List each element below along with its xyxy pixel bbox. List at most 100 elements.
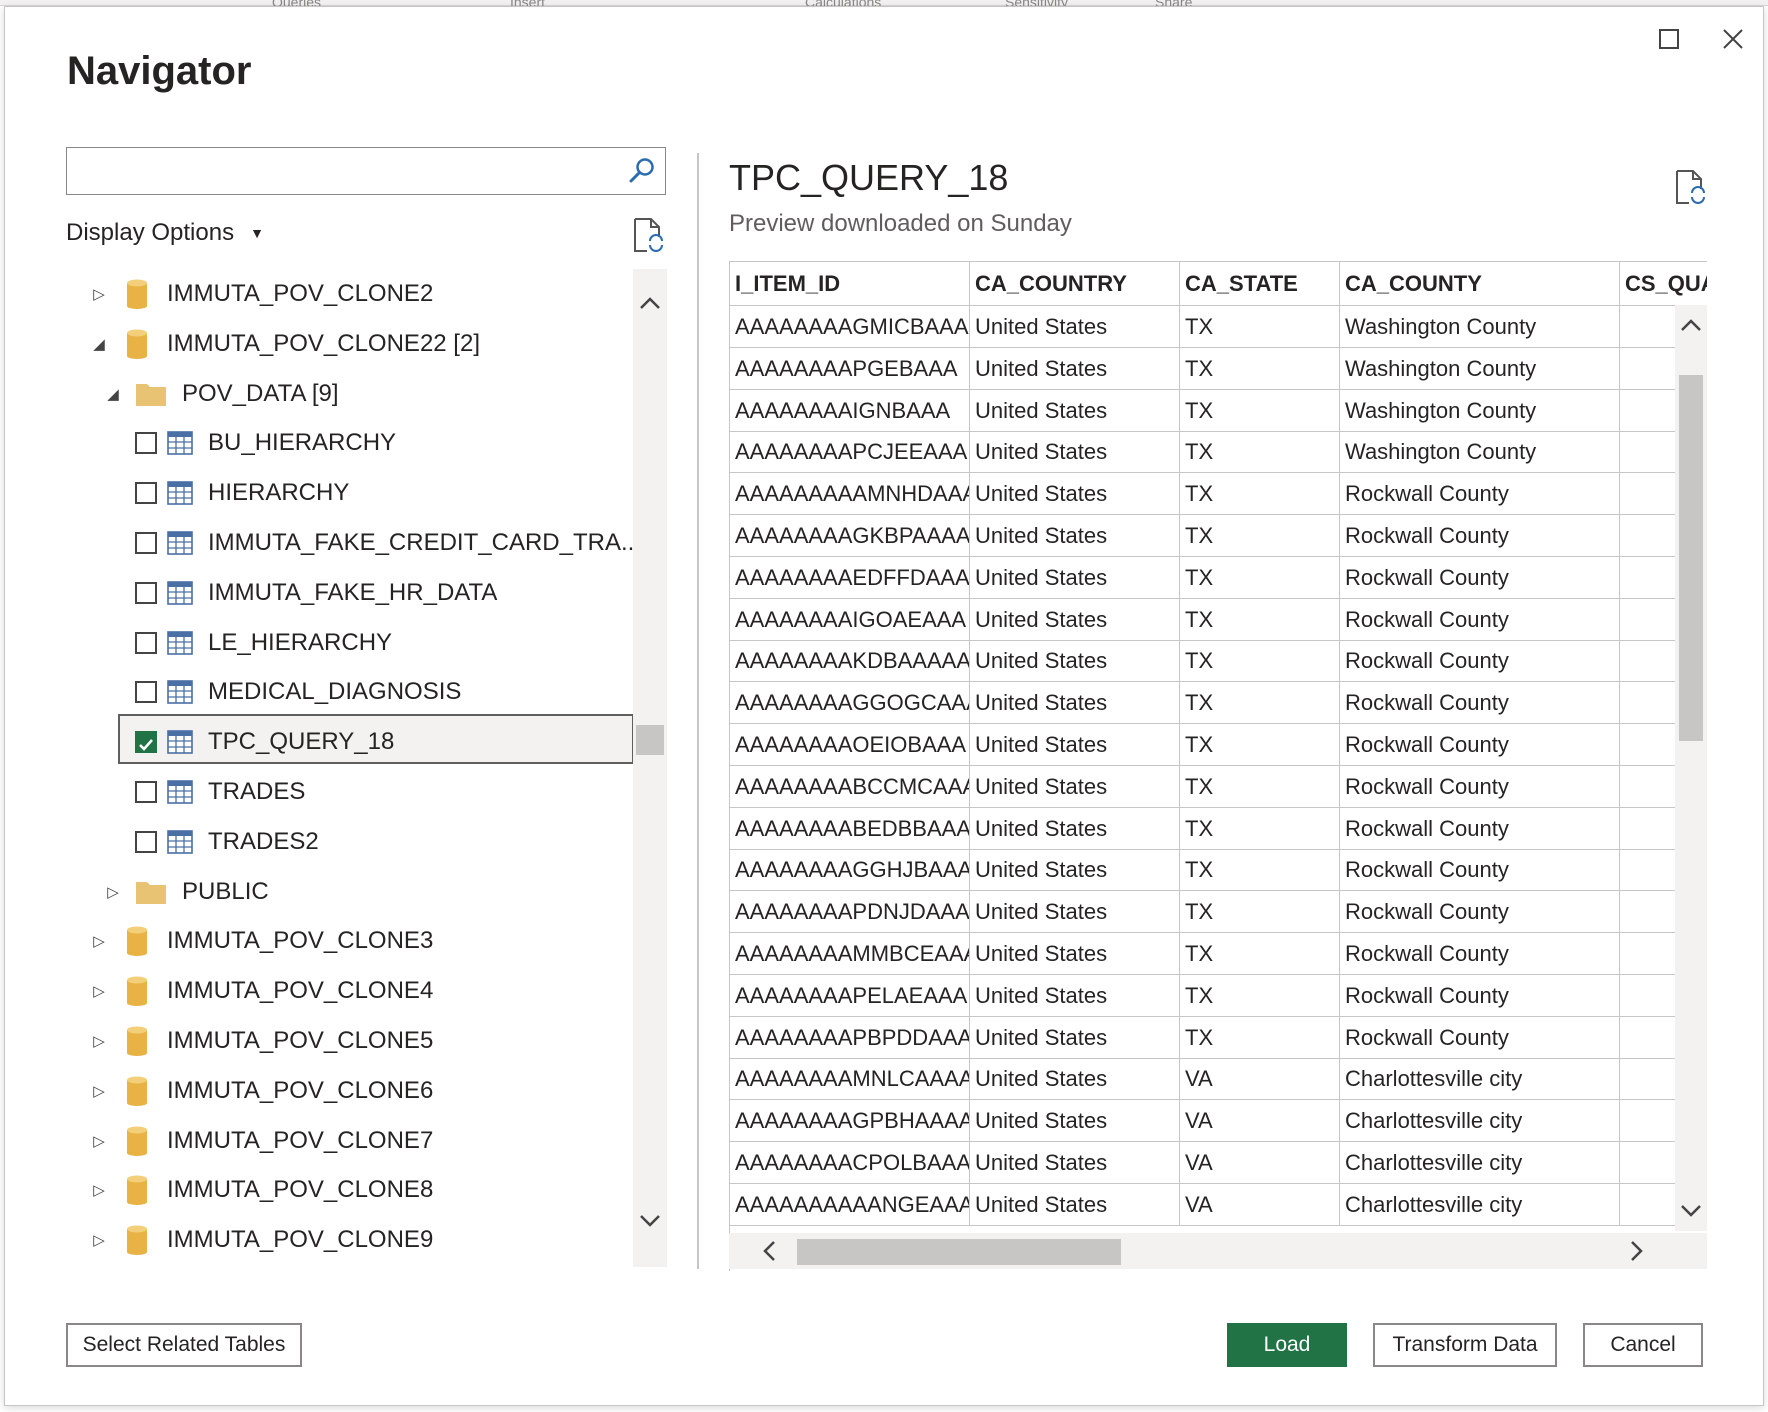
- table-cell: TX: [1180, 556, 1340, 598]
- tree-item-table[interactable]: IMMUTA_FAKE_CREDIT_CARD_TRA...: [66, 518, 634, 568]
- expand-icon[interactable]: ▷: [90, 1231, 108, 1249]
- column-header[interactable]: CS_QUA: [1620, 262, 1707, 306]
- search-icon[interactable]: [627, 156, 657, 186]
- folder-icon: [136, 881, 166, 904]
- expand-icon[interactable]: ▷: [90, 1181, 108, 1199]
- column-header[interactable]: CA_COUNTY: [1340, 262, 1620, 306]
- maximize-button[interactable]: [1651, 21, 1687, 57]
- checkbox[interactable]: [135, 731, 157, 754]
- tree-item-table[interactable]: MEDICAL_DIAGNOSIS: [66, 667, 634, 717]
- grid-vertical-scrollbar[interactable]: [1675, 305, 1707, 1231]
- table-cell: Charlottesville city: [1340, 1142, 1620, 1183]
- select-related-tables-button[interactable]: Select Related Tables: [66, 1323, 302, 1367]
- tree-item-folder[interactable]: ▷ PUBLIC: [66, 867, 634, 917]
- table-cell: AAAAAAAAIGOAEAAA: [730, 598, 970, 640]
- column-header[interactable]: CA_STATE: [1180, 262, 1340, 306]
- tree-item-table[interactable]: TRADES: [66, 767, 634, 817]
- transform-data-button[interactable]: Transform Data: [1373, 1323, 1557, 1367]
- table-row: AAAAAAAAGPBHAAAA United States VA Charlotte…: [730, 1100, 1707, 1143]
- expand-icon[interactable]: ▷: [104, 883, 122, 901]
- cancel-button[interactable]: Cancel: [1583, 1323, 1703, 1367]
- table-cell: TX: [1180, 640, 1340, 682]
- tree-item-database[interactable]: ▷ IMMUTA_POV_CLONE6: [66, 1066, 634, 1116]
- table-row: AAAAAAAAPBPDDAAA United States TX Rockwall …: [730, 1016, 1707, 1059]
- tree-item-database[interactable]: ◢ IMMUTA_POV_CLONE22 [2]: [66, 319, 634, 369]
- table-cell: United States: [970, 389, 1180, 431]
- table-cell: United States: [970, 1183, 1180, 1225]
- collapse-icon[interactable]: ◢: [90, 335, 108, 353]
- tree-item-database[interactable]: ▷ IMMUTA_POV_CLONE3: [66, 916, 634, 966]
- refresh-preview-icon[interactable]: [1673, 169, 1707, 205]
- checkbox[interactable]: [135, 581, 157, 604]
- table-row: AAAAAAAAKDBAAAAA United States TX Rockwall …: [730, 640, 1707, 683]
- table-icon: [167, 829, 193, 854]
- panel-divider[interactable]: [697, 153, 699, 1269]
- table-cell: AAAAAAAAEDFFDAAA: [730, 556, 970, 598]
- checkbox[interactable]: [135, 681, 157, 704]
- checkmark-icon: [139, 739, 153, 752]
- expand-icon[interactable]: ▷: [90, 982, 108, 1000]
- tree-item-table[interactable]: TRADES2: [66, 817, 634, 867]
- tree-item-database[interactable]: ▷ IMMUTA_POV_CLONE7: [66, 1116, 634, 1166]
- scroll-thumb[interactable]: [797, 1239, 1121, 1265]
- table-cell: Rockwall County: [1340, 598, 1620, 640]
- refresh-document-icon[interactable]: [631, 217, 665, 253]
- table-cell: United States: [970, 515, 1180, 556]
- scroll-left-icon[interactable]: [751, 1233, 787, 1269]
- table-cell: AAAAAAAAPCJEEAAA: [730, 431, 970, 473]
- table-cell: AAAAAAAAAANGEAAA: [730, 1183, 970, 1225]
- table-cell: Rockwall County: [1340, 682, 1620, 724]
- checkbox[interactable]: [135, 432, 157, 455]
- scroll-right-icon[interactable]: [1619, 1233, 1655, 1269]
- table-cell: TX: [1180, 515, 1340, 556]
- checkbox[interactable]: [135, 532, 157, 554]
- checkbox[interactable]: [135, 830, 157, 853]
- tree-item-database[interactable]: ▷ IMMUTA_POV_CLONE4: [66, 966, 634, 1016]
- expand-icon[interactable]: ▷: [90, 1082, 108, 1100]
- tree-item-database[interactable]: ▷ IMMUTA_POV_CLONE5: [66, 1016, 634, 1066]
- scroll-down-icon[interactable]: [1675, 1191, 1707, 1231]
- column-header[interactable]: CA_COUNTRY: [970, 262, 1180, 306]
- tree-item-folder[interactable]: ◢ POV_DATA [9]: [66, 369, 634, 419]
- column-header[interactable]: I_ITEM_ID: [730, 262, 970, 306]
- scroll-down-icon[interactable]: [633, 1201, 667, 1241]
- checkbox[interactable]: [135, 631, 157, 654]
- tree-item-label: IMMUTA_POV_CLONE8: [167, 1176, 434, 1204]
- display-options-dropdown[interactable]: Display Options ▼: [66, 219, 264, 247]
- table-cell: VA: [1180, 1142, 1340, 1183]
- table-row: AAAAAAAAGMICBAAA United States TX Washingto…: [730, 306, 1707, 348]
- tree-item-table[interactable]: HIERARCHY: [66, 468, 634, 518]
- tree-item-database[interactable]: ▷ IMMUTA_POV_CLONE9: [66, 1215, 634, 1265]
- expand-icon[interactable]: ▷: [90, 1032, 108, 1050]
- table-row: AAAAAAAAGKBPAAAA United States TX Rockwall …: [730, 515, 1707, 557]
- tree-item-table[interactable]: TPC_QUERY_18: [66, 714, 634, 767]
- scroll-thumb[interactable]: [1679, 375, 1703, 741]
- table-row: AAAAAAAAPCJEEAAA United States TX Washingto…: [730, 431, 1707, 474]
- preview-subtitle: Preview downloaded on Sunday: [729, 210, 1072, 237]
- expand-icon[interactable]: ▷: [90, 932, 108, 950]
- table-cell: Charlottesville city: [1340, 1058, 1620, 1100]
- tree-item-table[interactable]: LE_HIERARCHY: [66, 618, 634, 668]
- tree-item-database[interactable]: ▷ IMMUTA_POV_CLONE8: [66, 1165, 634, 1215]
- scroll-thumb[interactable]: [636, 725, 664, 755]
- tree-item-table[interactable]: BU_HIERARCHY: [66, 418, 634, 468]
- table-cell: TX: [1180, 765, 1340, 807]
- close-button[interactable]: [1715, 21, 1751, 57]
- scroll-up-icon[interactable]: [633, 283, 667, 323]
- table-icon: [167, 580, 193, 605]
- tree-scrollbar[interactable]: [633, 269, 667, 1267]
- tree-item-label: IMMUTA_FAKE_HR_DATA: [208, 578, 498, 606]
- search-input[interactable]: [66, 147, 666, 195]
- load-button[interactable]: Load: [1227, 1323, 1347, 1367]
- grid-horizontal-scrollbar[interactable]: [729, 1233, 1707, 1269]
- expand-icon[interactable]: ▷: [90, 285, 108, 303]
- checkbox[interactable]: [135, 781, 157, 803]
- expand-icon[interactable]: ▷: [90, 1132, 108, 1150]
- scroll-up-icon[interactable]: [1675, 305, 1707, 345]
- tree-item-table[interactable]: IMMUTA_FAKE_HR_DATA: [66, 568, 634, 618]
- collapse-icon[interactable]: ◢: [104, 385, 122, 403]
- checkbox[interactable]: [135, 482, 157, 505]
- database-icon: [127, 279, 147, 309]
- tree-item-database[interactable]: ▷ IMMUTA_POV_CLONE2: [66, 269, 634, 319]
- table-cell: TX: [1180, 473, 1340, 515]
